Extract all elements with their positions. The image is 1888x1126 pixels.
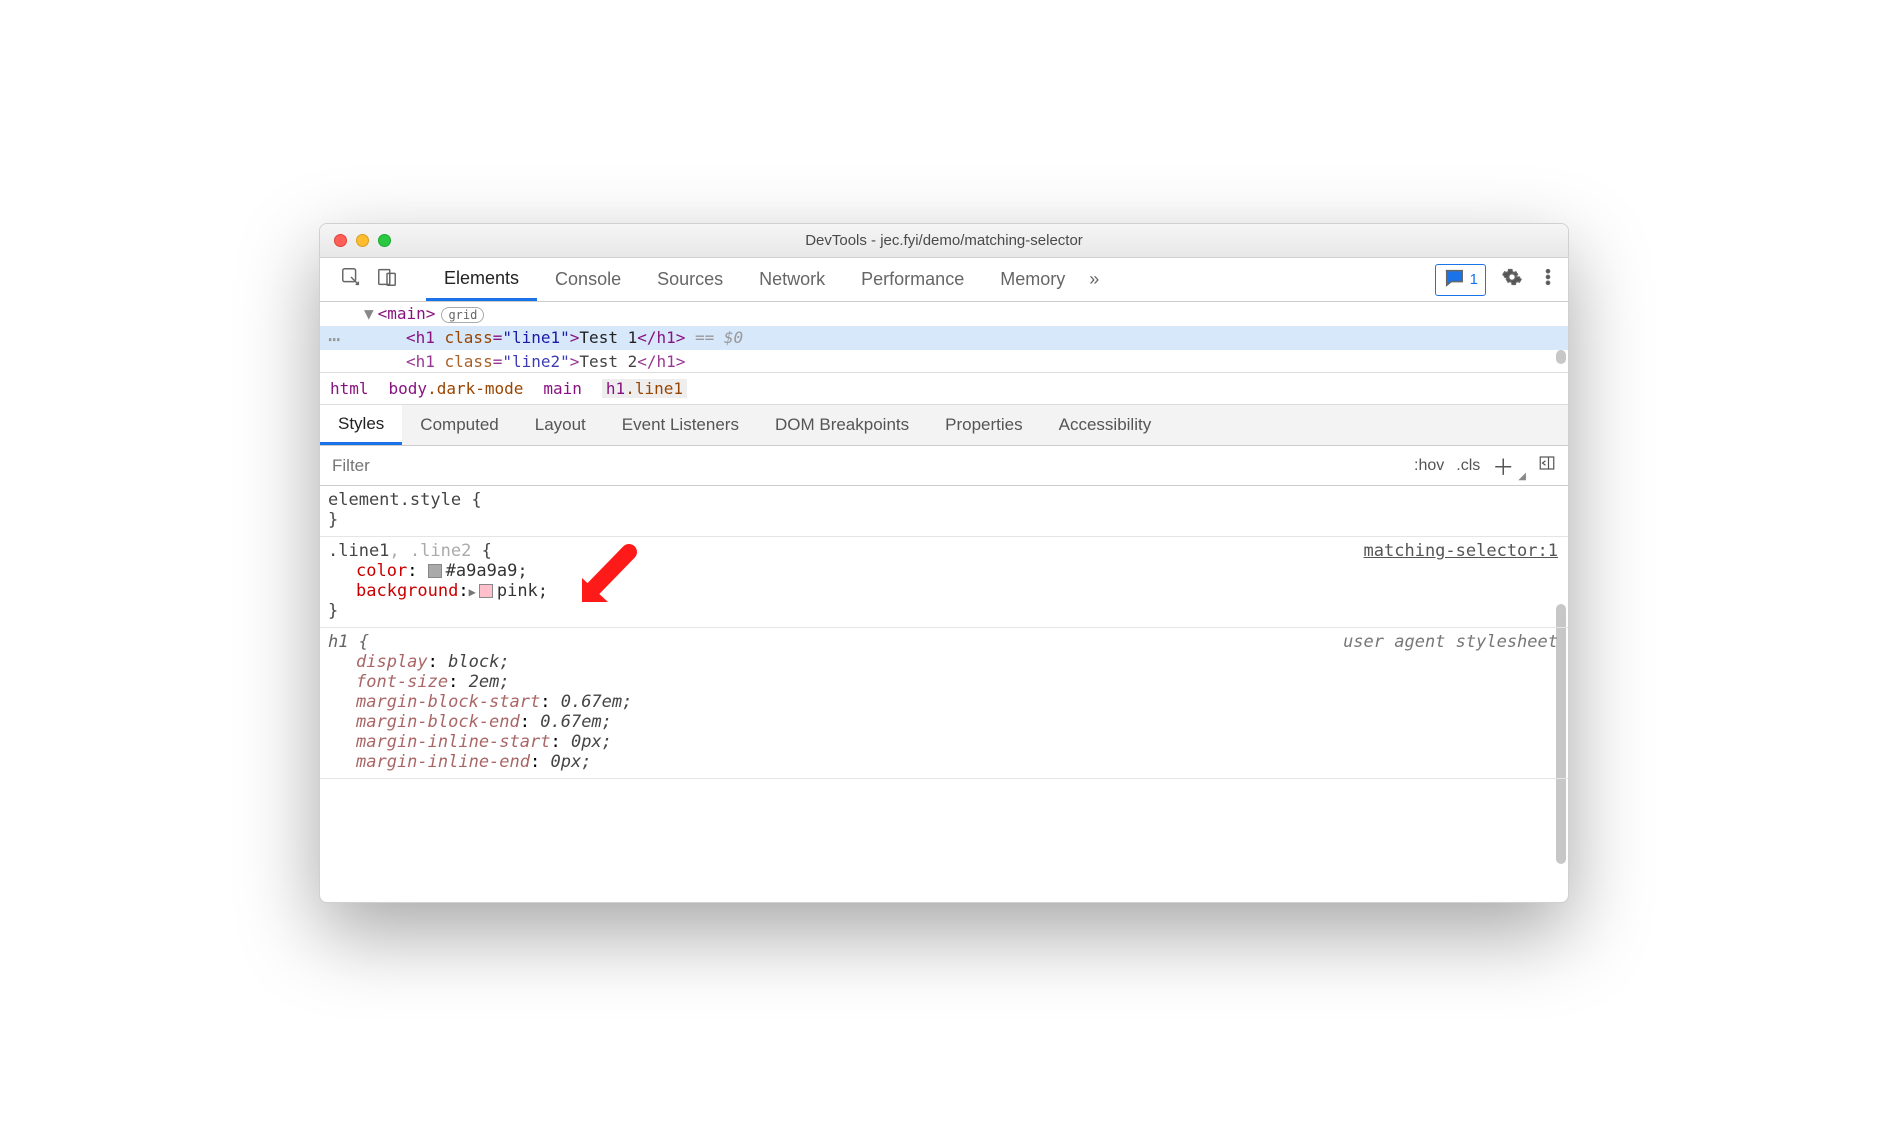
subtab-accessibility[interactable]: Accessibility <box>1041 405 1170 445</box>
titlebar: DevTools - jec.fyi/demo/matching-selecto… <box>320 224 1568 258</box>
dom-node-main[interactable]: ▼<main>grid <box>320 302 1568 326</box>
message-icon <box>1443 267 1465 293</box>
new-style-rule-button[interactable]: ＋ <box>1492 450 1514 482</box>
tabs-overflow-button[interactable]: » <box>1083 258 1105 301</box>
dom-node-sibling[interactable]: <h1 class="line2">Test 2</h1> <box>320 350 1568 372</box>
ua-prop[interactable]: margin-inline-start: 0px; <box>328 732 1558 752</box>
selector-element-style[interactable]: element.style <box>328 490 461 510</box>
console-messages-badge[interactable]: 1 <box>1435 264 1486 296</box>
subtab-dom-breakpoints[interactable]: DOM Breakpoints <box>757 405 927 445</box>
prop-background[interactable]: background: ▶pink; <box>328 581 1558 601</box>
breadcrumb-current[interactable]: h1.line1 <box>602 379 687 398</box>
settings-button[interactable] <box>1502 267 1522 292</box>
expand-shorthand-icon[interactable]: ▶ <box>469 585 476 599</box>
ua-prop[interactable]: font-size: 2em; <box>328 672 1558 692</box>
selector-h1[interactable]: h1 <box>328 632 348 652</box>
subtab-layout[interactable]: Layout <box>517 405 604 445</box>
styles-filter-input[interactable] <box>320 456 1402 476</box>
ua-prop[interactable]: margin-inline-end: 0px; <box>328 752 1558 772</box>
breadcrumb-main[interactable]: main <box>543 379 582 398</box>
user-agent-label: user agent stylesheet <box>1343 632 1558 652</box>
selector-line1[interactable]: .line1, .line2 <box>328 541 471 561</box>
subtab-computed[interactable]: Computed <box>402 405 516 445</box>
ua-prop[interactable]: margin-block-end: 0.67em; <box>328 712 1558 732</box>
dom-node-selected[interactable]: <h1 class="line1">Test 1</h1> == $0 <box>320 326 1568 350</box>
color-swatch-icon[interactable] <box>428 564 442 578</box>
main-toolbar: Elements Console Sources Network Perform… <box>320 258 1568 302</box>
toggle-computed-sidebar-button[interactable] <box>1538 454 1556 477</box>
dom-tree[interactable]: ⋯ ▼<main>grid <h1 class="line1">Test 1</… <box>320 302 1568 372</box>
collapse-icon[interactable]: ▼ <box>364 304 374 323</box>
prop-color[interactable]: color: #a9a9a9; <box>328 561 1558 581</box>
source-link[interactable]: matching-selector:1 <box>1364 541 1558 561</box>
tab-sources[interactable]: Sources <box>639 258 741 301</box>
styles-filter-bar: :hov .cls ＋◢ <box>320 446 1568 486</box>
messages-count: 1 <box>1470 271 1478 288</box>
ua-prop[interactable]: margin-block-start: 0.67em; <box>328 692 1558 712</box>
grid-badge[interactable]: grid <box>441 307 484 323</box>
subtab-event-listeners[interactable]: Event Listeners <box>604 405 757 445</box>
tab-network[interactable]: Network <box>741 258 843 301</box>
ua-prop[interactable]: display: block; <box>328 652 1558 672</box>
styles-pane[interactable]: element.style { } matching-selector:1 .l… <box>320 486 1568 902</box>
more-button[interactable] <box>1538 267 1558 292</box>
window-title: DevTools - jec.fyi/demo/matching-selecto… <box>320 232 1568 249</box>
rule-element-style[interactable]: element.style { } <box>320 486 1568 537</box>
sidebar-tabs: Styles Computed Layout Event Listeners D… <box>320 404 1568 446</box>
breadcrumb-body[interactable]: body.dark-mode <box>389 379 524 398</box>
inspect-icon[interactable] <box>340 266 362 293</box>
tab-elements[interactable]: Elements <box>426 258 537 301</box>
tab-memory[interactable]: Memory <box>982 258 1083 301</box>
device-toggle-icon[interactable] <box>376 266 398 293</box>
subtab-properties[interactable]: Properties <box>927 405 1040 445</box>
tab-console[interactable]: Console <box>537 258 639 301</box>
cls-toggle[interactable]: .cls <box>1456 457 1480 475</box>
rule-line1-line2[interactable]: matching-selector:1 .line1, .line2 { col… <box>320 537 1568 628</box>
subtab-styles[interactable]: Styles <box>320 405 402 445</box>
hov-toggle[interactable]: :hov <box>1414 457 1444 475</box>
rule-user-agent-h1[interactable]: user agent stylesheet h1 { display: bloc… <box>320 628 1568 779</box>
selected-node-ref: == $0 <box>685 328 743 347</box>
color-swatch-icon[interactable] <box>479 584 493 598</box>
tab-performance[interactable]: Performance <box>843 258 982 301</box>
panel-tabs: Elements Console Sources Network Perform… <box>426 258 1105 301</box>
breadcrumb-html[interactable]: html <box>330 379 369 398</box>
devtools-window: DevTools - jec.fyi/demo/matching-selecto… <box>319 223 1569 903</box>
dom-scrollbar[interactable] <box>1556 350 1566 364</box>
breadcrumb: html body.dark-mode main h1.line1 <box>320 372 1568 404</box>
